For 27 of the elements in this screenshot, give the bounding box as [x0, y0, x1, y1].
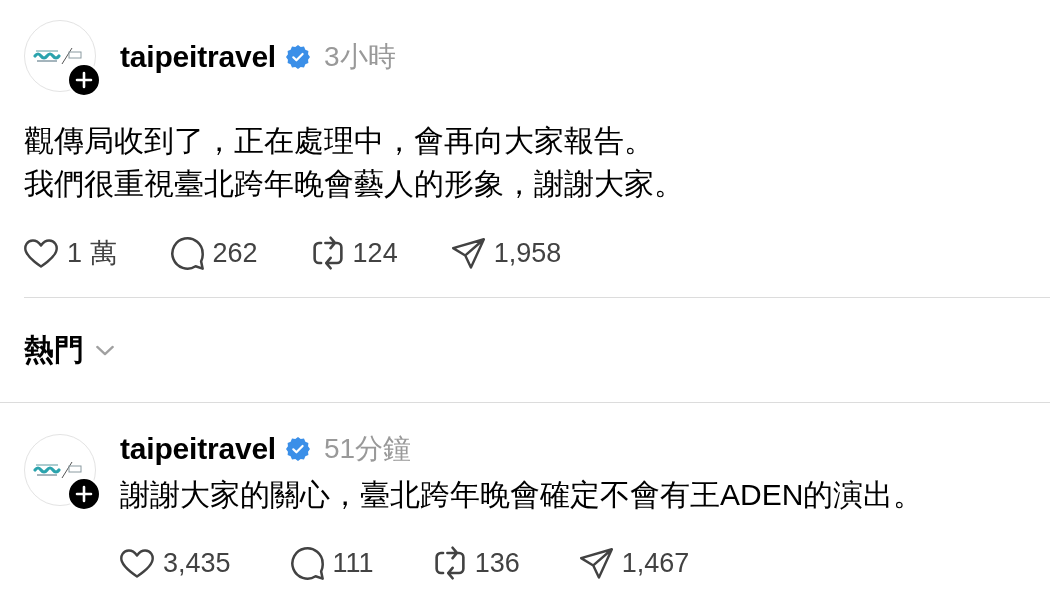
- share-button[interactable]: 1,467: [579, 546, 690, 580]
- post-time: 3小時: [324, 40, 396, 74]
- reply-button[interactable]: 111: [290, 546, 374, 580]
- repost-button[interactable]: 136: [433, 546, 520, 580]
- heart-icon: [24, 237, 58, 269]
- sort-dropdown[interactable]: 熱門: [24, 332, 114, 368]
- comment-icon: [290, 546, 324, 580]
- username-link[interactable]: taipeitravel: [120, 39, 276, 75]
- username-link[interactable]: taipeitravel: [120, 431, 276, 467]
- reply-text: 謝謝大家的關心，臺北跨年晚會確定不會有王ADEN的演出。: [120, 477, 924, 513]
- post-text: 我們很重視臺北跨年晚會藝人的形象，謝謝大家。: [24, 166, 684, 202]
- heart-icon: [120, 547, 154, 579]
- reply-button[interactable]: 262: [170, 236, 258, 270]
- plus-icon[interactable]: [67, 63, 101, 97]
- send-icon: [579, 547, 613, 579]
- share-button[interactable]: 1,958: [451, 236, 562, 270]
- like-button[interactable]: 1 萬: [24, 236, 117, 270]
- post-text: 觀傳局收到了，正在處理中，會再向大家報告。: [24, 123, 654, 159]
- comment-icon: [170, 236, 204, 270]
- chevron-down-icon: [96, 344, 114, 356]
- like-button[interactable]: 3,435: [120, 546, 231, 580]
- send-icon: [451, 237, 485, 269]
- plus-icon[interactable]: [67, 477, 101, 511]
- repost-button[interactable]: 124: [311, 236, 398, 270]
- repost-icon: [433, 546, 466, 580]
- repost-icon: [311, 236, 344, 270]
- post-time: 51分鐘: [324, 432, 412, 466]
